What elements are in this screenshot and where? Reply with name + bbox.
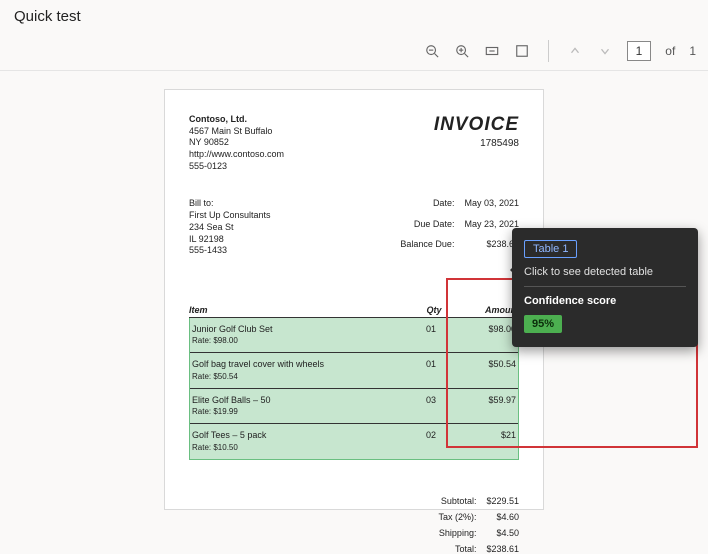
meta-date-value: May 03, 2021: [464, 198, 519, 216]
invoice-number: 1785498: [434, 138, 519, 149]
page-number-input[interactable]: 1: [627, 41, 652, 61]
company-addr1: 4567 Main St Buffalo: [189, 126, 272, 136]
item-name: Elite Golf Balls – 50: [192, 395, 271, 405]
item-amt: $98.00: [456, 324, 516, 334]
item-qty: 02: [406, 430, 456, 440]
item-rate: Rate: $50.54: [192, 372, 238, 381]
item-name: Golf Tees – 5 pack: [192, 430, 266, 440]
confidence-label: Confidence score: [524, 295, 686, 307]
table-tooltip[interactable]: Table 1 Click to see detected table Conf…: [512, 228, 698, 347]
table-header: Item Qty Amount: [189, 305, 519, 318]
company-url: http://www.contoso.com: [189, 149, 284, 159]
item-amt: $21: [456, 430, 516, 440]
company-phone: 555-0123: [189, 161, 227, 171]
table-chip[interactable]: Table 1: [524, 240, 577, 258]
item-name: Golf bag travel cover with wheels: [192, 359, 324, 369]
invoice-meta: Date: May 03, 2021 Due Date: May 23, 202…: [400, 198, 519, 256]
fit-width-icon[interactable]: [484, 43, 500, 59]
tooltip-hint: Click to see detected table: [524, 266, 686, 278]
company-name: Contoso, Ltd.: [189, 114, 247, 124]
page-of-label: of: [665, 44, 675, 58]
tax-label: Tax (2%):: [359, 512, 486, 522]
th-amount: Amount: [459, 305, 519, 315]
th-item: Item: [189, 305, 409, 315]
item-amt: $59.97: [456, 395, 516, 405]
meta-due-value: May 23, 2021: [464, 219, 519, 237]
billto-label: Bill to:: [189, 198, 214, 208]
shipping-value: $4.50: [486, 528, 519, 538]
th-qty: Qty: [409, 305, 459, 315]
item-rate: Rate: $98.00: [192, 336, 238, 345]
shipping-label: Shipping:: [359, 528, 486, 538]
subtotal-label: Subtotal:: [359, 496, 486, 506]
meta-date-label: Date:: [400, 198, 454, 216]
item-rate: Rate: $10.50: [192, 443, 238, 452]
invoice-document[interactable]: Contoso, Ltd. 4567 Main St Buffalo NY 90…: [164, 89, 544, 510]
billto-name: First Up Consultants: [189, 210, 271, 220]
billto-phone: 555-1433: [189, 245, 227, 255]
table-row: Golf bag travel cover with wheels Rate: $…: [190, 352, 518, 388]
table-row: Golf Tees – 5 pack Rate: $10.50 02 $21: [190, 423, 518, 459]
item-qty: 01: [406, 324, 456, 334]
detected-table[interactable]: Junior Golf Club Set Rate: $98.00 01 $98.…: [189, 318, 519, 460]
table-row: Junior Golf Club Set Rate: $98.00 01 $98.…: [190, 318, 518, 353]
next-page-icon: [597, 43, 613, 59]
billto-block: Bill to: First Up Consultants 234 Sea St…: [189, 198, 271, 256]
item-qty: 01: [406, 359, 456, 369]
item-rate: Rate: $19.99: [192, 407, 238, 416]
table-row: Elite Golf Balls – 50 Rate: $19.99 03 $59…: [190, 388, 518, 424]
tooltip-divider: [524, 286, 686, 287]
billto-addr2: IL 92198: [189, 234, 224, 244]
meta-bal-label: Balance Due:: [400, 239, 454, 257]
totals-block: Subtotal: $229.51 Tax (2%): $4.60 Shippi…: [359, 496, 519, 554]
viewer-toolbar: 1 of 1: [424, 40, 696, 62]
invoice-word: INVOICE: [434, 114, 519, 136]
meta-bal-value: $238.61: [464, 239, 519, 257]
zoom-out-icon[interactable]: [424, 43, 440, 59]
meta-due-label: Due Date:: [400, 219, 454, 237]
billto-addr1: 234 Sea St: [189, 222, 234, 232]
toolbar-divider: [548, 40, 549, 62]
company-addr2: NY 90852: [189, 137, 229, 147]
fit-page-icon[interactable]: [514, 43, 530, 59]
invoice-title-block: INVOICE 1785498: [434, 114, 519, 172]
zoom-in-icon[interactable]: [454, 43, 470, 59]
subtotal-value: $229.51: [486, 496, 519, 506]
total-value: $238.61: [486, 544, 519, 554]
item-amt: $50.54: [456, 359, 516, 369]
prev-page-icon: [567, 43, 583, 59]
confidence-score: 95%: [524, 315, 562, 333]
page-title: Quick test: [0, 0, 708, 37]
page-total: 1: [689, 44, 696, 58]
tax-value: $4.60: [486, 512, 519, 522]
total-label: Total:: [359, 544, 486, 554]
company-block: Contoso, Ltd. 4567 Main St Buffalo NY 90…: [189, 114, 284, 172]
item-qty: 03: [406, 395, 456, 405]
item-name: Junior Golf Club Set: [192, 324, 273, 334]
